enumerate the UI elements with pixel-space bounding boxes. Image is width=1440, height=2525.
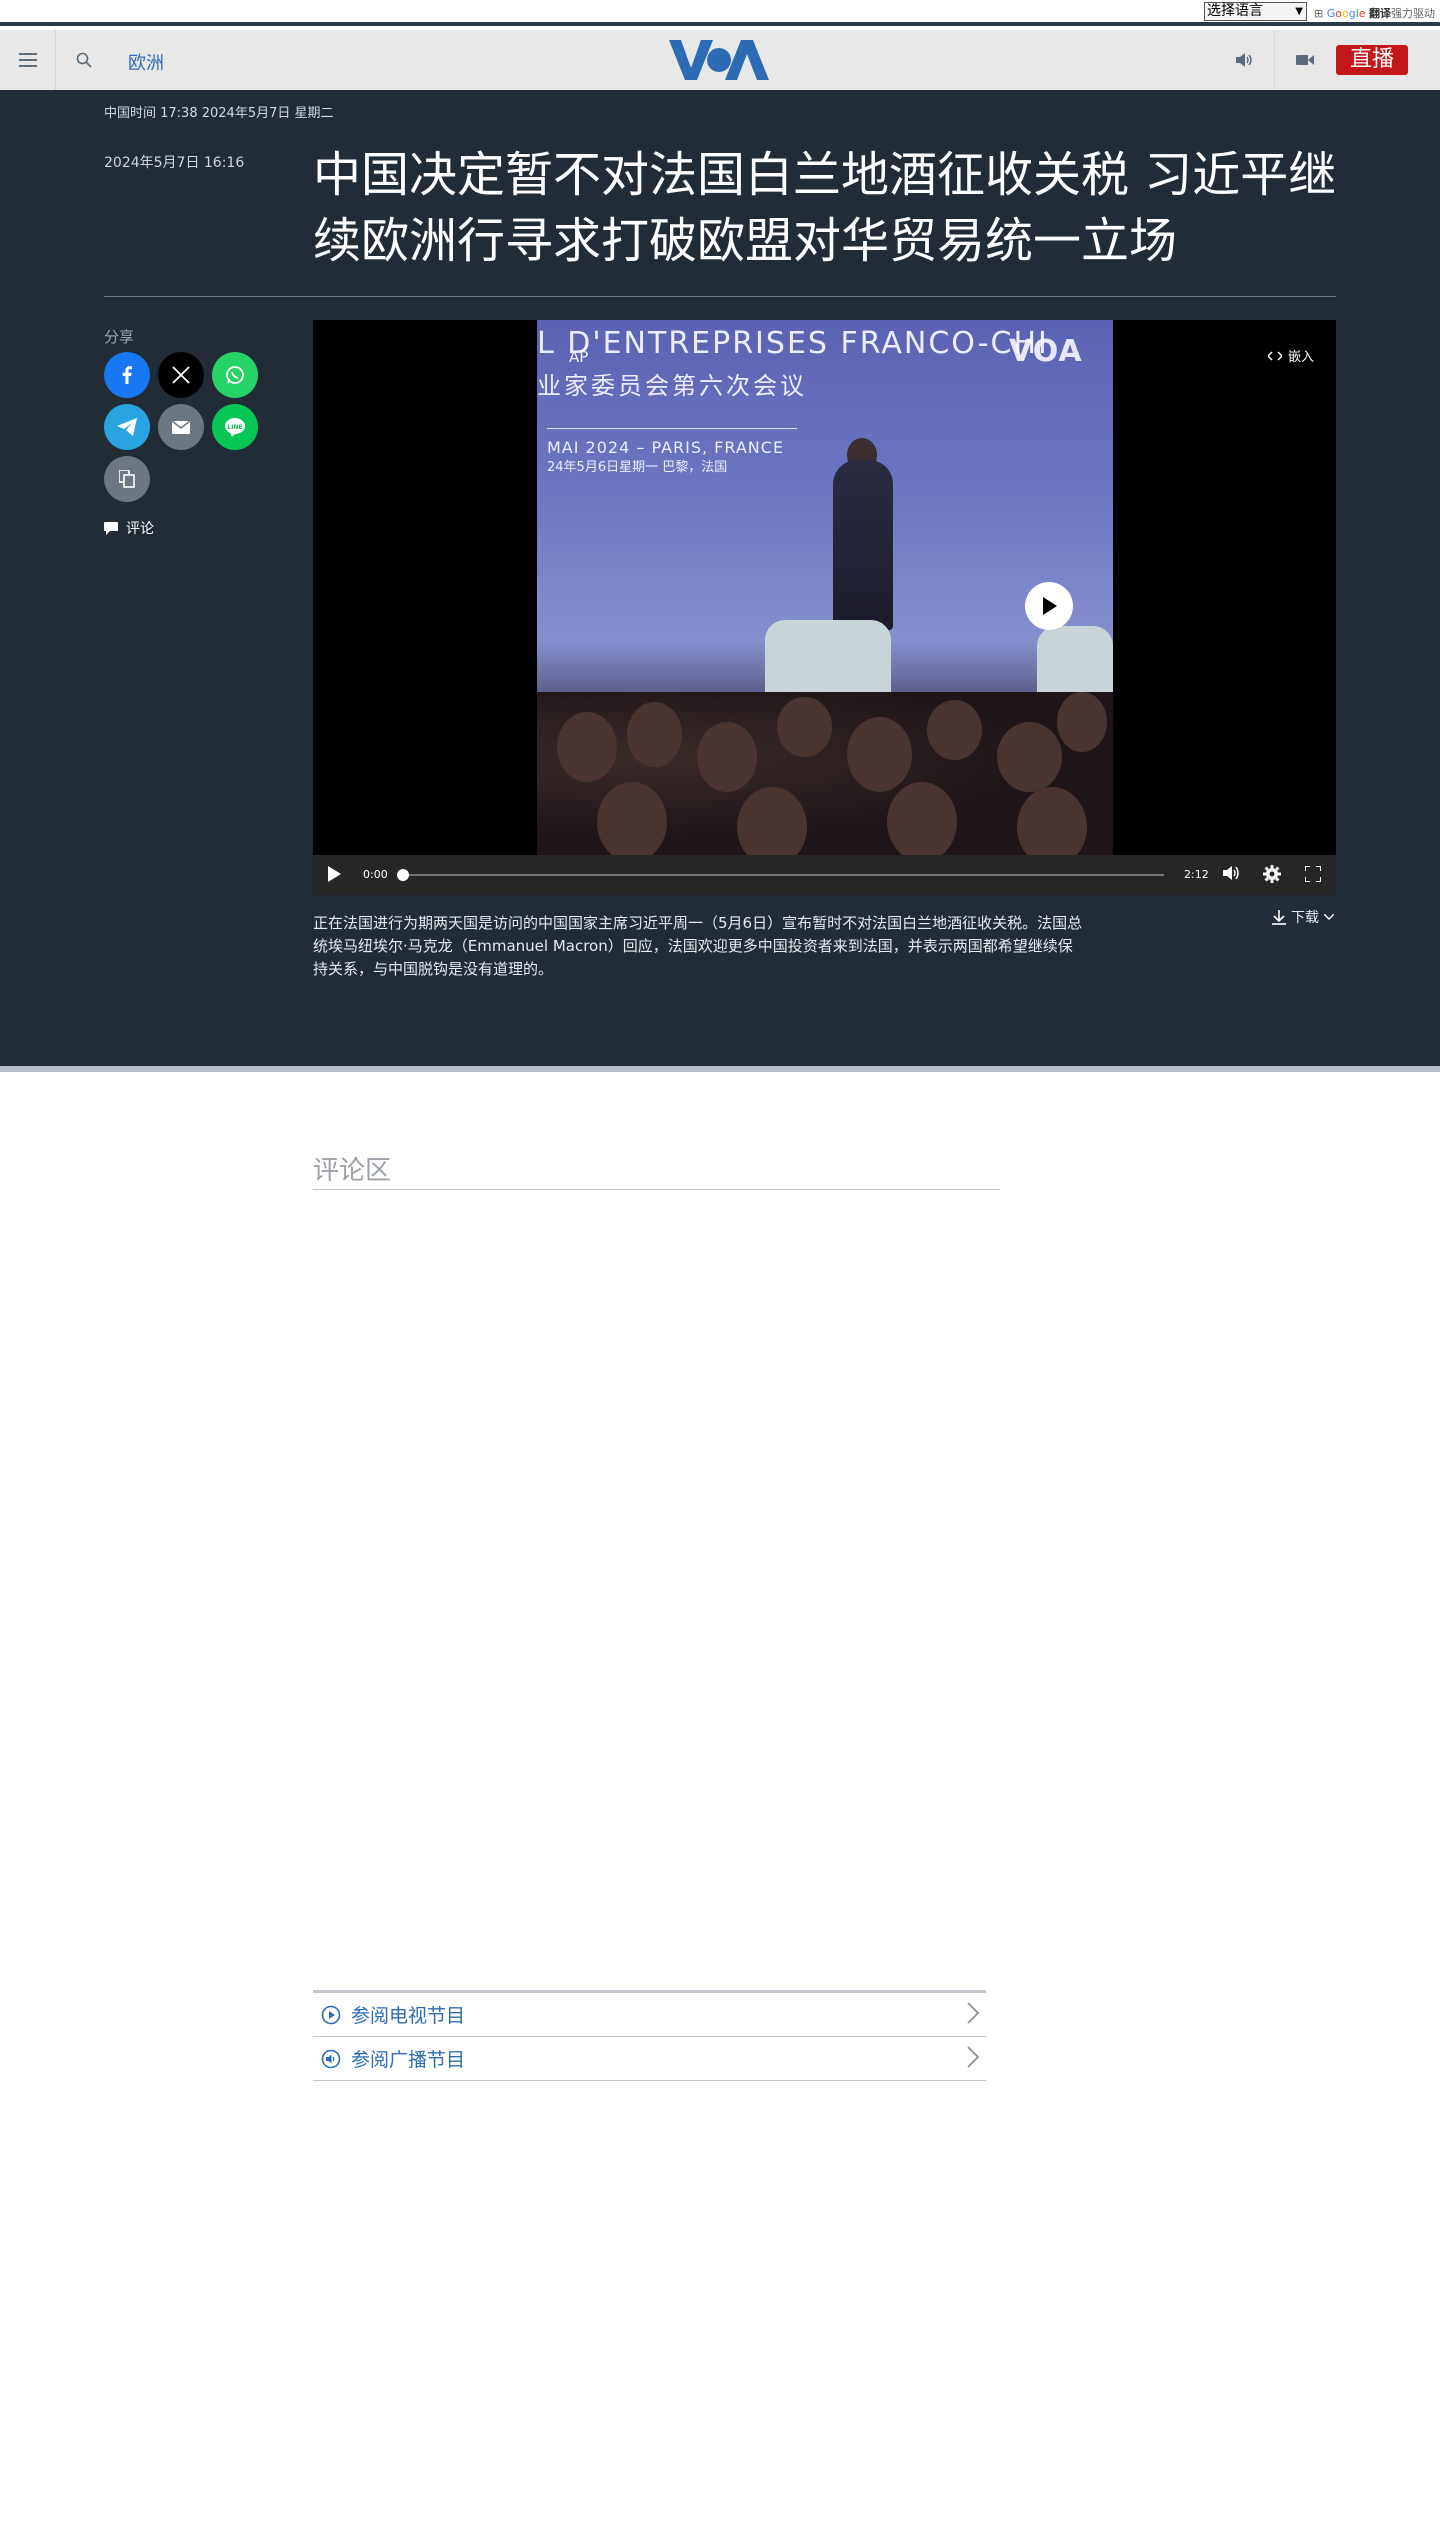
- share-email-button[interactable]: [158, 404, 204, 450]
- headline-divider: [104, 296, 1336, 297]
- search-icon: [76, 52, 92, 68]
- code-icon: [1268, 350, 1282, 361]
- section-link-europe[interactable]: 欧洲: [128, 49, 164, 75]
- language-select[interactable]: 选择语言 ▼: [1204, 2, 1307, 21]
- share-telegram-button[interactable]: [104, 404, 150, 450]
- audience: [537, 692, 1113, 855]
- gear-icon: [1263, 865, 1281, 883]
- comments-link[interactable]: 评论: [104, 518, 154, 538]
- progress-knob[interactable]: [397, 869, 409, 881]
- line-icon: LINE: [225, 418, 245, 437]
- fullscreen-icon: [1304, 865, 1322, 883]
- control-play-button[interactable]: [327, 866, 341, 886]
- svg-text:LINE: LINE: [227, 424, 242, 431]
- link-radio-programs[interactable]: 参阅广播节目: [313, 2037, 986, 2081]
- fullscreen-button[interactable]: [1304, 865, 1322, 886]
- duration: 2:12: [1184, 868, 1209, 881]
- search-button[interactable]: [56, 30, 112, 90]
- publish-date: 2024年5月7日 16:16: [104, 155, 245, 171]
- download-icon: [1272, 909, 1286, 925]
- play-circle-icon: [321, 2005, 341, 2024]
- telegram-icon: [117, 418, 137, 436]
- ap-label: AP: [569, 348, 589, 366]
- chevron-right-icon: [967, 2002, 980, 2024]
- play-icon: [328, 866, 341, 882]
- link-radio-programs-label: 参阅广播节目: [351, 2049, 466, 2071]
- video-watermark: VOA: [1009, 334, 1083, 369]
- video-caption: 正在法国进行为期两天国是访问的中国国家主席习近平周一（5月6日）宣布暂时不对法国…: [313, 914, 1083, 978]
- copy-link-button[interactable]: [104, 456, 150, 502]
- speaker-icon: [1235, 53, 1252, 67]
- program-links: 参阅电视节目 参阅广播节目: [313, 1990, 986, 2081]
- play-overlay-button[interactable]: [1025, 582, 1073, 630]
- current-time: 0:00: [363, 868, 388, 881]
- article-hero: 中国时间 17:38 2024年5月7日 星期二 2024年5月7日 16:16…: [0, 90, 1440, 1072]
- video-frame: L D'ENTREPRISES FRANCO-CHI 业家委员会第六次会议 MA…: [537, 320, 1113, 855]
- download-button[interactable]: 下载: [1272, 907, 1334, 927]
- google-logo: Google: [1326, 7, 1366, 20]
- video-button[interactable]: [1275, 30, 1335, 90]
- translate-bar: 选择语言 ▼ ⊞ Google 翻译强力驱动: [0, 0, 1440, 26]
- embed-label: 嵌入: [1288, 350, 1315, 365]
- video-banner-line2: 业家委员会第六次会议: [537, 372, 807, 400]
- x-icon: [172, 366, 190, 384]
- progress-track[interactable]: [401, 874, 1164, 876]
- copy-icon: [119, 470, 135, 488]
- share-whatsapp-button[interactable]: [212, 352, 258, 398]
- video-camera-icon: [1296, 55, 1314, 65]
- video-player[interactable]: L D'ENTREPRISES FRANCO-CHI 业家委员会第六次会议 MA…: [313, 320, 1336, 895]
- powered-suffix: 强力驱动: [1391, 7, 1436, 20]
- language-select-value: 选择语言: [1207, 3, 1263, 19]
- audio-circle-icon: [321, 2049, 341, 2068]
- envelope-icon: [172, 420, 190, 434]
- link-tv-programs-label: 参阅电视节目: [351, 2005, 466, 2027]
- share-label: 分享: [104, 328, 135, 346]
- translate-word: 翻译: [1369, 7, 1392, 20]
- menu-button[interactable]: [0, 30, 56, 90]
- video-date-line2: 24年5月6日星期一 巴黎，法国: [547, 460, 728, 475]
- article-headline: 中国决定暂不对法国白兰地酒征收关税 习近平继续欧洲行寻求打破欧盟对华贸易统一立场: [313, 147, 1337, 269]
- volume-icon: [1223, 866, 1239, 880]
- settings-button[interactable]: [1263, 865, 1281, 887]
- google-powered-label: ⊞ Google 翻译强力驱动: [1314, 5, 1435, 21]
- link-tv-programs[interactable]: 参阅电视节目: [313, 1993, 986, 2037]
- share-x-button[interactable]: [158, 352, 204, 398]
- share-line-button[interactable]: LINE: [212, 404, 258, 450]
- current-time-bar: 中国时间 17:38 2024年5月7日 星期二: [104, 106, 334, 121]
- top-navbar: 欧洲 直播: [0, 30, 1440, 90]
- chevron-right-icon: [967, 2046, 980, 2068]
- chevron-down-icon: [1324, 914, 1334, 920]
- volume-button[interactable]: [1223, 865, 1241, 885]
- hamburger-icon: [18, 53, 37, 67]
- download-label: 下载: [1291, 910, 1319, 926]
- audio-button[interactable]: [1215, 30, 1275, 90]
- comments-section-title: 评论区: [313, 1150, 1000, 1190]
- play-icon: [1043, 597, 1057, 615]
- facebook-icon: [122, 366, 132, 384]
- share-facebook-button[interactable]: [104, 352, 150, 398]
- voa-logo[interactable]: [669, 38, 769, 82]
- comment-bubble-icon: [104, 521, 118, 535]
- banner-rule: [547, 428, 797, 429]
- comments-link-label: 评论: [126, 521, 154, 537]
- embed-button[interactable]: 嵌入: [1268, 346, 1314, 365]
- chevron-down-icon: ▼: [1295, 6, 1303, 17]
- speaker-figure: [833, 460, 893, 630]
- video-date-line1: MAI 2024 – PARIS, FRANCE: [547, 438, 785, 457]
- live-button[interactable]: 直播: [1336, 45, 1408, 75]
- grid-icon: ⊞: [1314, 7, 1324, 20]
- whatsapp-icon: [226, 366, 244, 384]
- video-controls: 0:00 2:12: [313, 855, 1336, 895]
